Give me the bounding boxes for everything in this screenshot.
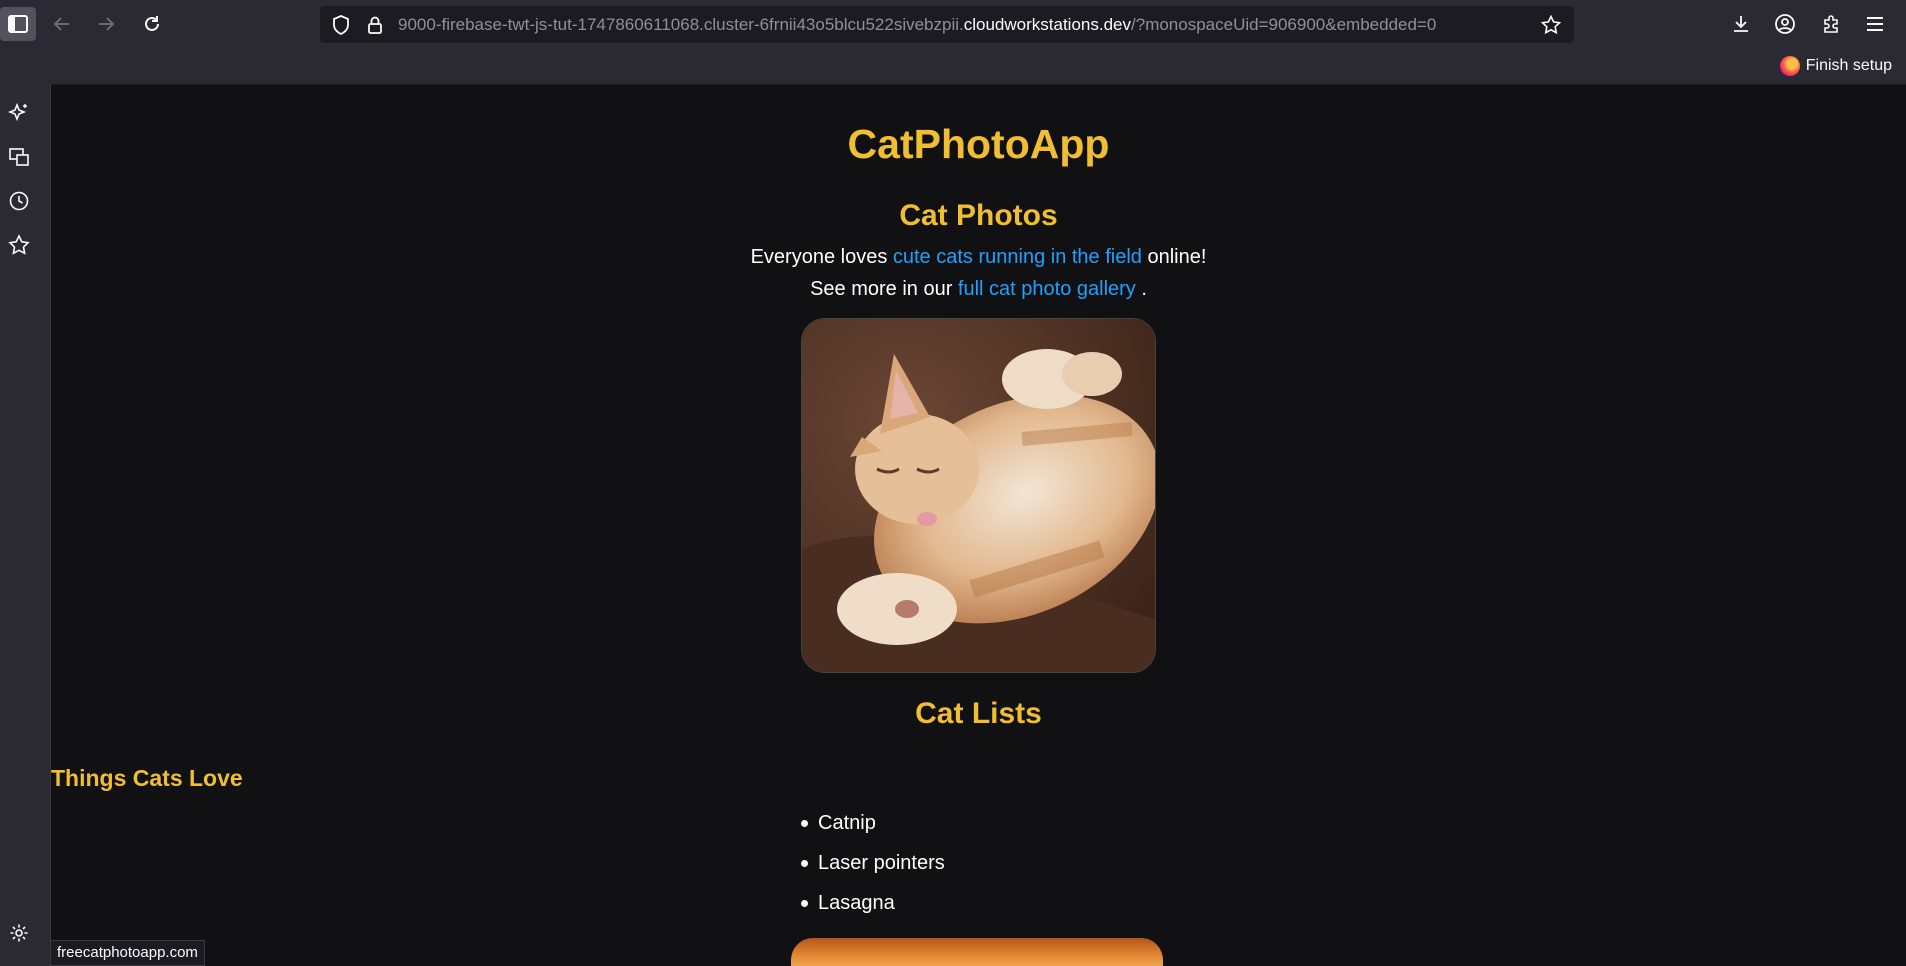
download-icon [1734, 16, 1748, 32]
things-cats-love-heading: Things Cats Love [51, 765, 243, 791]
url-text[interactable]: 9000-firebase-twt-js-tut-1747860611068.c… [398, 15, 1436, 35]
list-item: Laser pointers [799, 843, 945, 883]
account-icon [1775, 14, 1795, 34]
bullet [801, 819, 808, 827]
sidebar-settings-gear-icon[interactable] [5, 919, 33, 947]
browser-toolbar: 9000-firebase-twt-js-tut-1747860611068.c… [0, 0, 1906, 50]
list-item: Catnip [799, 803, 945, 843]
sidebar-toggle-icon [8, 15, 28, 33]
intro-text-after: online! [1141, 246, 1207, 268]
firefox-logo-icon [1779, 56, 1800, 76]
cat-photos-heading: Cat Photos [899, 199, 1058, 232]
account-button[interactable] [1767, 7, 1803, 41]
menu-button[interactable] [1857, 7, 1893, 41]
bookmarks-star-icon[interactable] [5, 231, 33, 259]
page-viewport: CatPhotoApp Cat Photos Everyone loves cu… [51, 85, 1906, 966]
downloads-button[interactable] [1723, 7, 1759, 41]
things-cats-love-list: Catnip Laser pointers Lasagna [799, 803, 945, 923]
bullet [801, 859, 808, 867]
link-status-bar: freecatphotoapp.com [50, 940, 205, 966]
forward-button[interactable] [88, 7, 124, 41]
forward-arrow-icon [99, 17, 115, 31]
url-host: cloudworkstations.dev [963, 15, 1132, 34]
list-item-label: Laser pointers [818, 852, 945, 874]
bookmarks-bar: Finish setup [0, 50, 1906, 84]
list-item: Lasagna [799, 883, 945, 923]
finish-setup-label: Finish setup [1805, 57, 1892, 74]
back-arrow-icon [53, 17, 69, 31]
back-button[interactable] [44, 7, 80, 41]
lock-icon[interactable] [364, 14, 386, 36]
synced-tabs-icon[interactable] [5, 143, 33, 171]
gallery-text-before: See more in our [810, 278, 958, 300]
puzzle-icon [1824, 15, 1838, 33]
page-title: CatPhotoApp [847, 121, 1110, 167]
cat-lists-heading: Cat Lists [915, 697, 1042, 730]
full-gallery-link[interactable]: full cat photo gallery [958, 278, 1136, 300]
intro-paragraph: Everyone loves cute cats running in the … [51, 246, 1906, 269]
gallery-paragraph: See more in our full cat photo gallery . [51, 278, 1906, 301]
url-prefix: 9000-firebase-twt-js-tut-1747860611068.c… [398, 15, 964, 34]
browser-sidebar [0, 84, 51, 966]
finish-setup-button[interactable]: Finish setup [1779, 56, 1892, 76]
bullet [801, 899, 808, 907]
intro-text-before: Everyone loves [750, 246, 893, 268]
url-suffix: /?monospaceUid=906900&embedded=0 [1131, 15, 1437, 34]
reload-button[interactable] [134, 7, 170, 41]
cute-cats-link[interactable]: cute cats running in the field [893, 246, 1142, 268]
lasagna-image[interactable] [791, 938, 1163, 966]
bookmark-star-icon[interactable] [1540, 14, 1562, 36]
shield-icon[interactable] [330, 14, 352, 36]
extensions-button[interactable] [1813, 7, 1849, 41]
list-item-label: Lasagna [818, 892, 895, 914]
hamburger-icon [1867, 17, 1883, 31]
gallery-text-after: . [1135, 278, 1147, 300]
reload-icon [145, 16, 159, 31]
sidebar-toggle-button[interactable] [0, 7, 36, 41]
ai-chatbot-icon[interactable] [5, 99, 33, 127]
sleeping-cat-image[interactable] [801, 318, 1156, 673]
list-item-label: Catnip [818, 812, 876, 834]
url-bar[interactable]: 9000-firebase-twt-js-tut-1747860611068.c… [320, 6, 1574, 43]
history-icon[interactable] [5, 187, 33, 215]
